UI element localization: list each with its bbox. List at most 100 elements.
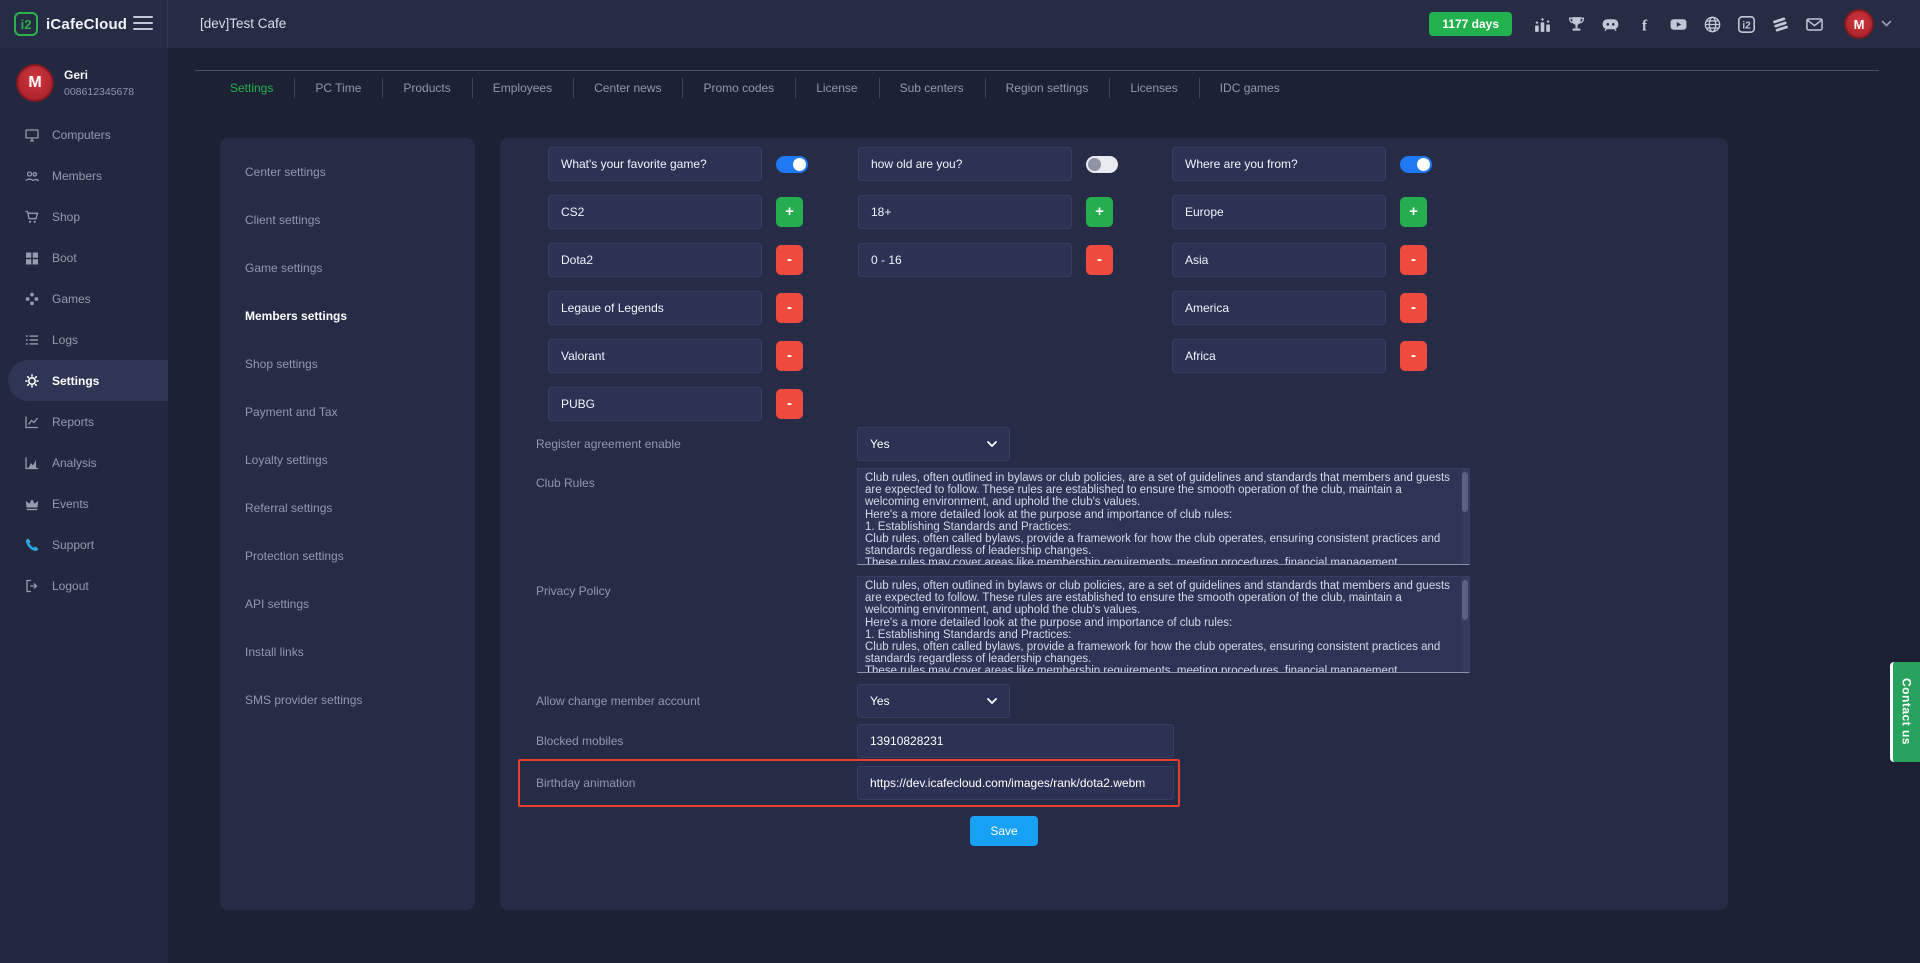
gamepad-icon [24,291,40,307]
option-input[interactable]: PUBG [548,387,762,421]
submenu-loyalty-settings[interactable]: Loyalty settings [220,436,475,484]
option-input[interactable]: Africa [1172,339,1386,373]
option-input[interactable]: CS2 [548,195,762,229]
option-input[interactable]: Dota2 [548,243,762,277]
option-input[interactable]: Europe [1172,195,1386,229]
blocked-mobiles-input[interactable]: 13910828231 [857,724,1174,758]
sidebar-item-logs[interactable]: Logs [0,319,168,360]
birthday-animation-label: Birthday animation [536,776,635,790]
submenu-install-links[interactable]: Install links [220,628,475,676]
tab-sub-centers[interactable]: Sub centers [879,71,985,104]
sidebar-item-games[interactable]: Games [0,278,168,319]
submenu-referral-settings[interactable]: Referral settings [220,484,475,532]
account-menu[interactable]: M [1844,9,1892,39]
chevron-down-icon [987,698,997,704]
chevron-down-icon [1881,20,1892,28]
tab-center-news[interactable]: Center news [573,71,682,104]
icafecloud-icon[interactable]: i2 [1736,14,1756,34]
layers-icon[interactable] [1770,14,1790,34]
hamburger-menu-icon[interactable] [132,14,154,34]
tab-idc-games[interactable]: IDC games [1199,71,1301,104]
app-window: i2 iCafeCloud [dev]Test Cafe 1177 days f [0,0,1920,963]
submenu-sms-provider-settings[interactable]: SMS provider settings [220,676,475,724]
option-input[interactable]: 0 - 16 [858,243,1072,277]
add-option-button[interactable]: + [1086,197,1113,227]
sidebar-item-computers[interactable]: Computers [0,114,168,155]
user-avatar: M [1844,9,1874,39]
remove-option-button[interactable]: - [1400,293,1427,323]
question-age-input[interactable]: how old are you? [858,147,1072,181]
option-input[interactable]: Legaue of Legends [548,291,762,325]
sidebar-item-settings[interactable]: Settings [8,360,168,401]
remove-option-button[interactable]: - [776,293,803,323]
submenu-shop-settings[interactable]: Shop settings [220,340,475,388]
sidebar-item-label: Events [52,497,89,511]
survey-column-favorite-game: What's your favorite game? CS2 + Dota2 -… [548,147,808,435]
user-name: Geri [64,68,134,82]
save-button[interactable]: Save [970,816,1038,846]
facebook-glyph: f [1641,17,1647,34]
remove-option-button[interactable]: - [1400,245,1427,275]
sidebar-item-events[interactable]: Events [0,483,168,524]
globe-icon[interactable] [1702,14,1722,34]
sidebar-user: M Geri 008612345678 [0,48,168,102]
region-toggle[interactable] [1400,156,1432,173]
youtube-icon[interactable] [1668,14,1688,34]
tab-employees[interactable]: Employees [472,71,573,104]
sidebar-item-label: Computers [52,128,111,142]
submenu-payment-and-tax[interactable]: Payment and Tax [220,388,475,436]
register-agreement-select[interactable]: Yes [857,427,1010,461]
tab-licenses[interactable]: Licenses [1109,71,1198,104]
trophy-icon[interactable] [1566,14,1586,34]
tab-products[interactable]: Products [382,71,471,104]
option-input[interactable]: America [1172,291,1386,325]
remove-option-button[interactable]: - [1400,341,1427,371]
add-option-button[interactable]: + [1400,197,1427,227]
sidebar-item-analysis[interactable]: Analysis [0,442,168,483]
sidebar-item-logout[interactable]: Logout [0,565,168,606]
submenu-center-settings[interactable]: Center settings [220,148,475,196]
submenu-client-settings[interactable]: Client settings [220,196,475,244]
submenu-protection-settings[interactable]: Protection settings [220,532,475,580]
sidebar-item-boot[interactable]: Boot [0,237,168,278]
tab-promo-codes[interactable]: Promo codes [682,71,795,104]
option-input[interactable]: 18+ [858,195,1072,229]
birthday-animation-input[interactable]: https://dev.icafecloud.com/images/rank/d… [857,766,1174,800]
sidebar-item-label: Support [52,538,94,552]
ranking-icon[interactable] [1532,14,1552,34]
option-input[interactable]: Asia [1172,243,1386,277]
remove-option-button[interactable]: - [776,389,803,419]
brand: i2 iCafeCloud [0,0,168,48]
question-region-input[interactable]: Where are you from? [1172,147,1386,181]
privacy-policy-textarea[interactable]: Club rules, often outlined in bylaws or … [857,576,1470,673]
option-input[interactable]: Valorant [548,339,762,373]
brand-name: iCafeCloud [46,16,127,33]
question-favorite-game-input[interactable]: What's your favorite game? [548,147,762,181]
tab-pc-time[interactable]: PC Time [294,71,382,104]
contact-us-button[interactable]: Contact us [1890,662,1920,762]
tab-region-settings[interactable]: Region settings [985,71,1110,104]
age-toggle[interactable] [1086,156,1118,173]
sidebar-item-support[interactable]: Support [0,524,168,565]
club-rules-textarea[interactable]: Club rules, often outlined in bylaws or … [857,468,1470,565]
sidebar-item-reports[interactable]: Reports [0,401,168,442]
favorite-game-toggle[interactable] [776,156,808,173]
icafe-glyph: i2 [1742,20,1751,31]
license-days-badge[interactable]: 1177 days [1429,12,1512,36]
remove-option-button[interactable]: - [776,341,803,371]
facebook-icon[interactable]: f [1634,14,1654,34]
submenu-game-settings[interactable]: Game settings [220,244,475,292]
members-settings-panel: What's your favorite game? CS2 + Dota2 -… [500,138,1728,910]
mail-icon[interactable] [1804,14,1824,34]
tab-license[interactable]: License [795,71,878,104]
submenu-api-settings[interactable]: API settings [220,580,475,628]
sidebar-item-members[interactable]: Members [0,155,168,196]
tab-settings[interactable]: Settings [209,71,294,104]
submenu-members-settings[interactable]: Members settings [220,292,475,340]
discord-icon[interactable] [1600,14,1620,34]
sidebar-item-shop[interactable]: Shop [0,196,168,237]
remove-option-button[interactable]: - [1086,245,1113,275]
allow-change-select[interactable]: Yes [857,684,1010,718]
remove-option-button[interactable]: - [776,245,803,275]
add-option-button[interactable]: + [776,197,803,227]
